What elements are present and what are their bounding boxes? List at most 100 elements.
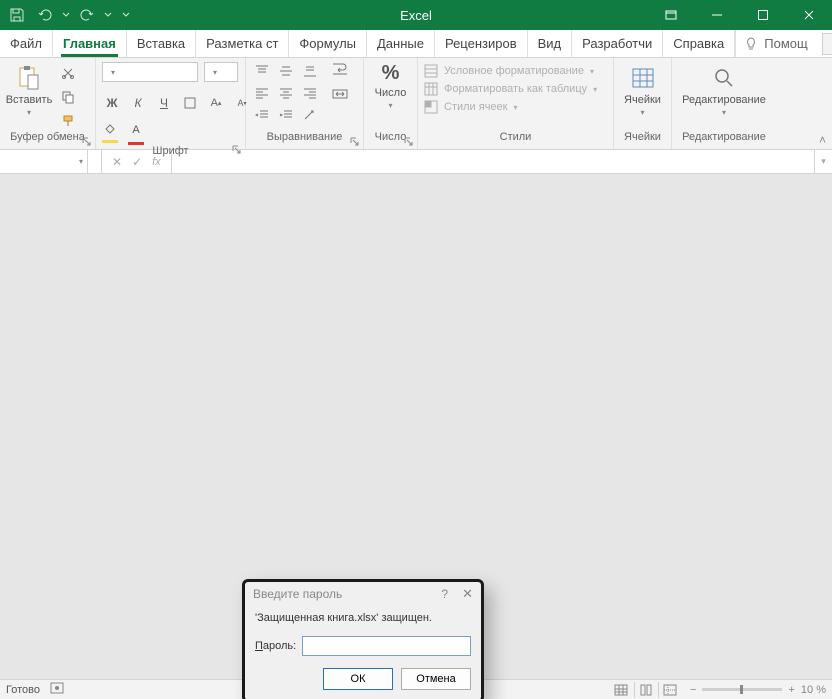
ribbon-display-options-icon[interactable] xyxy=(648,0,694,30)
group-number-label: Число xyxy=(364,131,417,149)
undo-icon[interactable] xyxy=(34,4,56,26)
minimize-icon[interactable] xyxy=(694,0,740,30)
cell-styles-button[interactable]: Стили ячеек▾ xyxy=(424,100,597,114)
insert-function-icon[interactable]: fx xyxy=(152,156,161,168)
share-button[interactable]: Поделиться xyxy=(822,33,832,55)
bucket-icon xyxy=(104,124,116,134)
font-dialog-launcher-icon[interactable] xyxy=(231,145,241,155)
chevron-down-icon: ▾ xyxy=(388,101,392,110)
tab-view[interactable]: Вид xyxy=(528,30,573,57)
cancel-button[interactable]: Отмена xyxy=(401,668,471,690)
increase-indent-icon[interactable] xyxy=(276,106,296,124)
lightbulb-icon xyxy=(744,37,758,51)
redo-icon[interactable] xyxy=(76,4,98,26)
merge-center-icon[interactable] xyxy=(332,87,348,106)
align-center-icon[interactable] xyxy=(276,84,296,102)
underline-button[interactable]: Ч xyxy=(154,94,174,112)
border-button[interactable] xyxy=(180,94,200,112)
tab-formulas[interactable]: Формулы xyxy=(289,30,367,57)
table-icon xyxy=(424,82,438,96)
page-layout-view-icon[interactable] xyxy=(634,682,656,698)
cells-label: Ячейки xyxy=(624,94,661,106)
zoom-out-icon[interactable]: − xyxy=(690,684,696,696)
clipboard-dialog-launcher-icon[interactable] xyxy=(81,137,91,147)
collapse-ribbon-icon[interactable]: ˄ xyxy=(819,133,826,147)
ok-button[interactable]: ОК xyxy=(323,668,393,690)
tab-insert[interactable]: Вставка xyxy=(127,30,196,57)
group-clipboard-label: Буфер обмена xyxy=(0,131,95,149)
view-switcher xyxy=(610,682,680,698)
group-editing-label: Редактирование xyxy=(672,131,776,149)
group-number: % Число ▾ Число xyxy=(364,58,418,149)
bold-button[interactable]: Ж xyxy=(102,94,122,112)
dialog-help-icon[interactable]: ? xyxy=(441,587,448,601)
tab-developer[interactable]: Разработчи xyxy=(572,30,663,57)
tab-review[interactable]: Рецензиров xyxy=(435,30,528,57)
wrap-text-icon[interactable] xyxy=(332,62,348,81)
group-cells-label: Ячейки xyxy=(614,131,671,149)
group-editing: Редактирование ▾ Редактирование xyxy=(672,58,776,149)
group-cells: Ячейки ▾ Ячейки xyxy=(614,58,672,149)
chevron-down-icon: ▾ xyxy=(27,108,31,117)
align-bottom-icon[interactable] xyxy=(300,62,320,80)
expand-formula-bar-icon[interactable]: ▾ xyxy=(814,150,832,173)
format-as-table-button[interactable]: Форматировать как таблицу▾ xyxy=(424,82,597,96)
formula-input[interactable] xyxy=(172,150,814,173)
group-clipboard: Вставить ▾ Буфер обмена xyxy=(0,58,96,149)
page-break-view-icon[interactable] xyxy=(658,682,680,698)
align-right-icon[interactable] xyxy=(300,84,320,102)
tab-home[interactable]: Главная xyxy=(53,30,127,57)
cells-button[interactable]: Ячейки ▾ xyxy=(620,62,665,117)
align-middle-icon[interactable] xyxy=(276,62,296,80)
cell-styles-icon xyxy=(424,100,438,114)
password-dialog: Введите пароль ? ✕ 'Защищенная книга.xls… xyxy=(242,579,484,699)
name-box[interactable]: ▾ xyxy=(0,150,88,173)
ribbon: Вставить ▾ Буфер обмена ▾ ▾ Ж К Ч xyxy=(0,58,832,150)
group-styles-label: Стили xyxy=(418,131,613,149)
tab-file[interactable]: Файл xyxy=(0,30,53,57)
fill-color-button[interactable] xyxy=(102,124,118,145)
qat-customize-icon[interactable] xyxy=(122,11,130,19)
dialog-close-icon[interactable]: ✕ xyxy=(462,586,473,602)
macro-recorder-icon[interactable] xyxy=(50,682,64,697)
qat-undo-more-icon[interactable] xyxy=(62,11,70,19)
decrease-indent-icon[interactable] xyxy=(252,106,272,124)
font-size-combo[interactable]: ▾ xyxy=(204,62,238,82)
title-bar: Excel xyxy=(0,0,832,30)
font-name-combo[interactable]: ▾ xyxy=(102,62,198,82)
close-icon[interactable] xyxy=(786,0,832,30)
qat-redo-more-icon[interactable] xyxy=(104,11,112,19)
find-icon xyxy=(710,64,738,92)
chevron-down-icon: ▾ xyxy=(640,108,644,117)
increase-font-icon[interactable]: A▴ xyxy=(206,94,226,112)
number-dialog-launcher-icon[interactable] xyxy=(403,137,413,147)
editing-button[interactable]: Редактирование ▾ xyxy=(679,62,769,117)
cut-icon[interactable] xyxy=(58,64,78,82)
align-top-icon[interactable] xyxy=(252,62,272,80)
zoom-in-icon[interactable]: + xyxy=(788,684,794,696)
password-input[interactable] xyxy=(302,636,471,656)
tell-me[interactable]: Помощ xyxy=(735,30,815,57)
conditional-formatting-button[interactable]: Условное форматирование▾ xyxy=(424,64,597,78)
zoom-slider[interactable] xyxy=(702,688,782,691)
copy-icon[interactable] xyxy=(58,88,78,106)
format-painter-icon[interactable] xyxy=(58,112,78,130)
zoom-level[interactable]: 10 % xyxy=(801,684,826,696)
font-color-button[interactable]: A xyxy=(128,124,144,145)
number-format-button[interactable]: % Число ▾ xyxy=(370,62,411,110)
orientation-icon[interactable] xyxy=(300,106,320,124)
dialog-title: Введите пароль xyxy=(253,587,441,601)
alignment-dialog-launcher-icon[interactable] xyxy=(349,137,359,147)
tab-page-layout[interactable]: Разметка ст xyxy=(196,30,289,57)
italic-button[interactable]: К xyxy=(128,94,148,112)
normal-view-icon[interactable] xyxy=(610,682,632,698)
tab-data[interactable]: Данные xyxy=(367,30,435,57)
group-font-label: Шрифт xyxy=(96,145,245,157)
save-icon[interactable] xyxy=(6,4,28,26)
maximize-icon[interactable] xyxy=(740,0,786,30)
paste-button[interactable]: Вставить ▾ xyxy=(6,62,52,117)
ribbon-tabs: Файл Главная Вставка Разметка ст Формулы… xyxy=(0,30,832,58)
tab-help[interactable]: Справка xyxy=(663,30,735,57)
align-left-icon[interactable] xyxy=(252,84,272,102)
app-title: Excel xyxy=(400,8,432,23)
